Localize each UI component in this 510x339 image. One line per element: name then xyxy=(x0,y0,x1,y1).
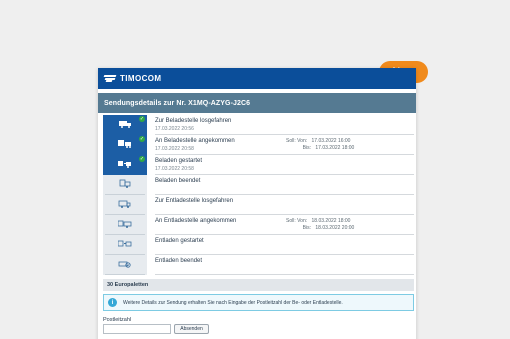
step-label: Entladen gestartet xyxy=(155,238,204,244)
truck-arrived-outline-icon xyxy=(117,216,132,234)
target-to-label: Bis: xyxy=(302,225,311,231)
brand-name: TIMOCOM xyxy=(120,74,162,83)
target-to: 18.03.2022 20:00 xyxy=(315,225,355,231)
check-icon: ✓ xyxy=(139,136,145,142)
timeline-step: An Entladestelle angekommen Soll: Von: 18… xyxy=(155,218,414,231)
loading-done-icon xyxy=(118,176,132,194)
timeline-step: Entladen gestartet xyxy=(155,238,414,245)
step-timestamp: 17.03.2022 20:56 xyxy=(155,126,194,132)
timeline-step: Beladen gestartet 17.03.2022 20:58 xyxy=(155,158,414,172)
zip-input[interactable] xyxy=(103,324,171,334)
target-window: Soll: Von: 18.03.2022 18:00 Bis: 18.03.20… xyxy=(286,218,354,232)
step-icon-cell: ✓ xyxy=(103,155,147,175)
row-divider xyxy=(155,254,414,255)
truck-icon xyxy=(118,116,132,134)
step-label: Beladen beendet xyxy=(155,178,201,184)
info-box: i Weitere Details zur Sendung erhalten S… xyxy=(103,294,414,311)
shipment-card: TIMOCOM Sendungsdetails zur Nr. X1MQ-AZY… xyxy=(98,68,416,339)
row-divider xyxy=(155,274,414,275)
target-from-label: Soll: Von: xyxy=(286,138,308,144)
info-icon: i xyxy=(108,298,117,307)
shipment-title-bar: Sendungsdetails zur Nr. X1MQ-AZYG-J2C6 xyxy=(98,93,416,113)
step-icon-cell xyxy=(103,175,147,195)
step-label: Zur Entladestelle losgefahren xyxy=(155,198,234,204)
step-icon-cell xyxy=(103,195,147,215)
submit-button[interactable]: Absenden xyxy=(174,324,209,334)
brand-bar: TIMOCOM xyxy=(98,68,416,89)
step-icon-cell: ✓ xyxy=(103,115,147,135)
loading-start-icon xyxy=(118,156,132,174)
unloading-done-icon xyxy=(118,256,132,274)
timeline-step: Zur Beladestelle losgefahren 17.03.2022 2… xyxy=(155,118,414,132)
step-icon-cell xyxy=(103,215,147,235)
timeline-step: Beladen beendet xyxy=(155,178,414,185)
target-to: 17.03.2022 18:00 xyxy=(315,145,355,151)
target-to-label: Bis: xyxy=(302,145,311,151)
target-from-label: Soll: Von: xyxy=(286,218,308,224)
pallet-summary: 30 Europaletten xyxy=(103,279,414,291)
target-from: 17.03.2022 16:00 xyxy=(311,138,351,144)
check-icon: ✓ xyxy=(139,116,145,122)
timocom-logo-icon xyxy=(103,75,117,82)
step-timestamp: 17.03.2022 20:58 xyxy=(155,166,194,172)
row-divider xyxy=(155,194,414,195)
target-window: Soll: Von: 17.03.2022 16:00 Bis: 17.03.20… xyxy=(286,138,354,152)
row-divider xyxy=(155,154,414,155)
timeline-step: An Beladestelle angekommen 17.03.2022 20:… xyxy=(155,138,414,152)
step-icon-cell: ✓ xyxy=(103,135,147,155)
pallet-count: 30 Europaletten xyxy=(107,282,149,288)
timeline-step: Zur Entladestelle losgefahren xyxy=(155,198,414,205)
check-icon: ✓ xyxy=(139,156,145,162)
row-divider xyxy=(155,174,414,175)
info-text: Weitere Details zur Sendung erhalten Sie… xyxy=(123,299,343,306)
step-icon-cell xyxy=(103,255,147,275)
shipment-title: Sendungsdetails zur Nr. X1MQ-AZYG-J2C6 xyxy=(104,99,251,107)
zip-label: Postleitzahl xyxy=(103,317,132,323)
step-label: Entladen beendet xyxy=(155,258,203,264)
truck-outline-icon xyxy=(118,196,132,214)
step-label: An Entladestelle angekommen xyxy=(155,218,237,224)
step-icon-cell xyxy=(103,235,147,255)
step-timestamp: 17.03.2022 20:58 xyxy=(155,146,194,152)
rail-separator xyxy=(105,274,145,275)
unloading-start-icon xyxy=(117,236,132,254)
row-divider xyxy=(155,214,414,215)
step-label: An Beladestelle angekommen xyxy=(155,138,235,144)
timeline-step: Entladen beendet xyxy=(155,258,414,265)
step-label: Beladen gestartet xyxy=(155,158,203,164)
step-label: Zur Beladestelle losgefahren xyxy=(155,118,232,124)
target-from: 18.03.2022 18:00 xyxy=(311,218,351,224)
row-divider xyxy=(155,234,414,235)
row-divider xyxy=(155,134,414,135)
truck-arrived-icon xyxy=(118,136,132,154)
